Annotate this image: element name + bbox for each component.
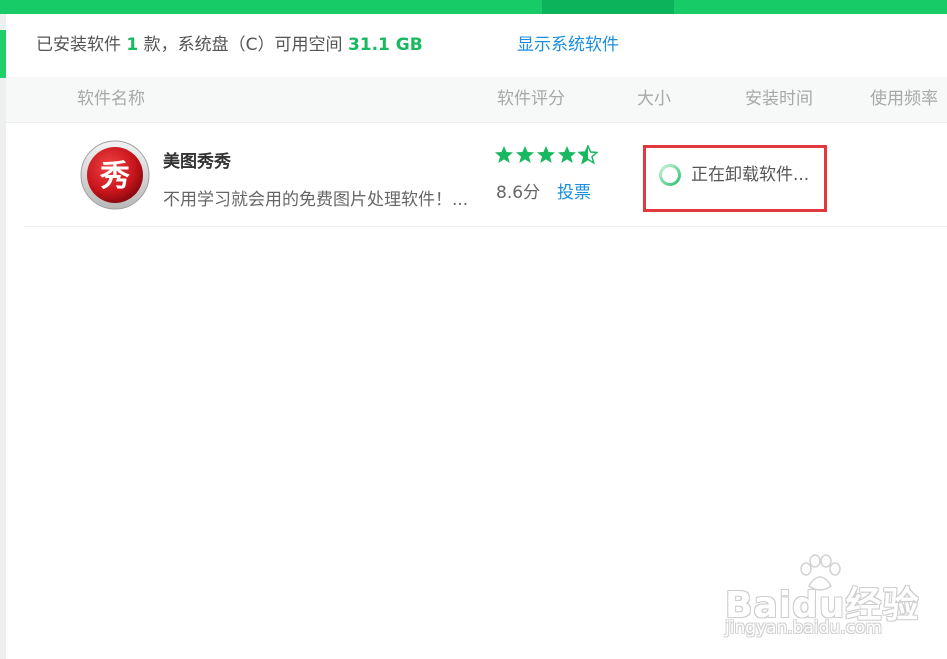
rating-score: 8.6分 bbox=[496, 183, 541, 203]
left-accent-indicator bbox=[0, 30, 6, 78]
star-full-icon bbox=[537, 146, 555, 163]
column-header-name[interactable]: 软件名称 bbox=[77, 77, 145, 122]
uninstall-status: 正在卸载软件... bbox=[691, 165, 810, 185]
app-icon-glyph: 秀 bbox=[99, 159, 130, 194]
installed-count: 1 bbox=[126, 35, 139, 55]
star-half-icon bbox=[578, 145, 598, 165]
app-description: 不用学习就会用的免费图片处理软件！... bbox=[163, 190, 469, 210]
baidu-jingyan-watermark: Baidu经验 jingyan.baidu.com bbox=[725, 554, 925, 644]
free-space-value: 31.1 GB bbox=[347, 35, 423, 55]
app-name: 美图秀秀 bbox=[163, 152, 231, 172]
column-header-rating[interactable]: 软件评分 bbox=[497, 77, 565, 122]
show-system-software-link[interactable]: 显示系统软件 bbox=[517, 33, 619, 57]
column-header-size[interactable]: 大小 bbox=[637, 77, 671, 122]
loading-spinner-icon bbox=[659, 164, 681, 186]
meitu-app-icon: 秀 bbox=[80, 140, 150, 210]
star-full-icon bbox=[495, 146, 513, 163]
install-summary: 已安装软件 1 款，系统盘（C）可用空间 31.1 GB bbox=[36, 33, 423, 57]
table-header: 软件名称 软件评分 大小 安装时间 使用频率 bbox=[6, 77, 947, 123]
watermark-url: jingyan.baidu.com bbox=[725, 618, 882, 638]
active-nav-tab[interactable] bbox=[542, 0, 674, 14]
rating-stars bbox=[494, 145, 598, 169]
summary-prefix: 已安装软件 bbox=[36, 35, 121, 55]
vote-link[interactable]: 投票 bbox=[557, 178, 591, 203]
top-nav-bar bbox=[0, 0, 947, 14]
summary-middle: 款，系统盘（C）可用空间 bbox=[143, 35, 343, 55]
star-full-icon bbox=[558, 146, 576, 163]
star-full-icon bbox=[516, 146, 534, 163]
column-header-install-time[interactable]: 安装时间 bbox=[745, 77, 813, 122]
column-header-frequency[interactable]: 使用频率 bbox=[870, 77, 938, 122]
